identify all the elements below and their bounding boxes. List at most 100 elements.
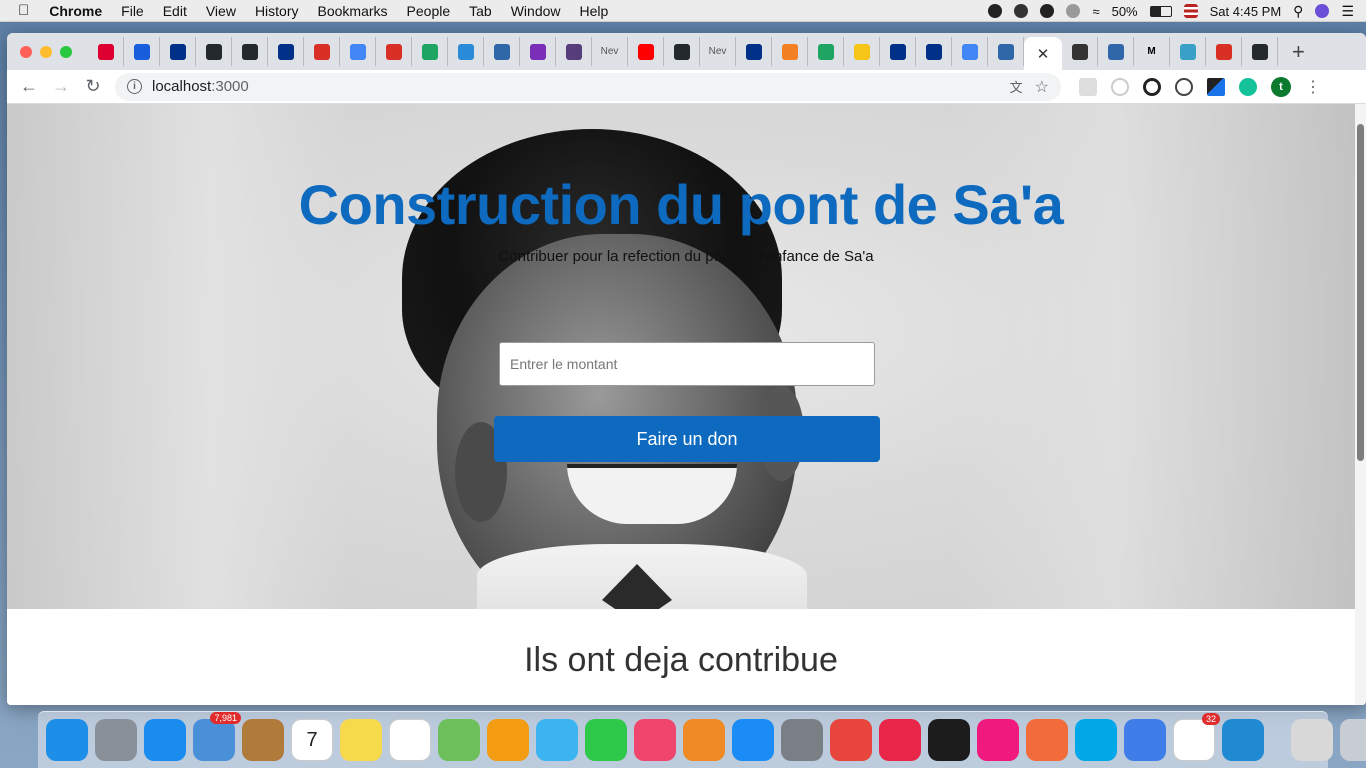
tab-22[interactable]: [880, 37, 916, 66]
close-tab-icon[interactable]: ✕: [1037, 45, 1050, 63]
reload-icon[interactable]: ↻: [77, 76, 109, 97]
pink-app-icon[interactable]: [977, 719, 1019, 761]
menu-history[interactable]: History: [255, 3, 299, 19]
bookmark-star-icon[interactable]: ☆: [1035, 77, 1049, 97]
menu-tab[interactable]: Tab: [469, 3, 492, 19]
vscode-icon[interactable]: [1222, 719, 1264, 761]
calendar-icon[interactable]: 7: [291, 719, 333, 761]
appstore-icon[interactable]: [732, 719, 774, 761]
tab-5[interactable]: [268, 37, 304, 66]
spotlight-icon[interactable]: ⚲: [1293, 3, 1303, 20]
tab-23[interactable]: [916, 37, 952, 66]
tab-after-4[interactable]: [1206, 37, 1242, 66]
menu-bookmarks[interactable]: Bookmarks: [318, 3, 388, 19]
new-tab-button[interactable]: +: [1292, 39, 1305, 65]
extension-eyedropper-icon[interactable]: [1207, 77, 1225, 96]
tab-0[interactable]: [88, 37, 124, 66]
maps-icon[interactable]: [438, 719, 480, 761]
tab-4[interactable]: [232, 37, 268, 66]
tab-19[interactable]: [772, 37, 808, 66]
menu-window[interactable]: Window: [511, 3, 561, 19]
profile-avatar[interactable]: t: [1271, 76, 1291, 97]
notes-icon[interactable]: [340, 719, 382, 761]
slack-icon[interactable]: 32: [1173, 713, 1220, 761]
photos-icon[interactable]: [487, 719, 529, 761]
tab-25[interactable]: [988, 37, 1024, 66]
tab-after-5[interactable]: [1242, 37, 1278, 66]
cloud-icon[interactable]: [1014, 4, 1029, 18]
terminal-icon[interactable]: [928, 719, 970, 761]
site-info-icon[interactable]: i: [127, 79, 142, 94]
extension-grid-icon[interactable]: [1079, 77, 1097, 96]
tab-20[interactable]: [808, 37, 844, 66]
check-icon[interactable]: [1040, 4, 1055, 18]
chromium-icon[interactable]: [1124, 719, 1166, 761]
facetime-icon[interactable]: [585, 719, 627, 761]
tab-2[interactable]: [160, 37, 196, 66]
launchpad-icon[interactable]: [95, 719, 137, 761]
menu-view[interactable]: View: [206, 3, 236, 19]
tab-21[interactable]: [844, 37, 880, 66]
document-stack-icon[interactable]: [1291, 719, 1333, 761]
contacts-icon[interactable]: [242, 719, 284, 761]
postman-icon[interactable]: [1026, 719, 1068, 761]
tab-after-2[interactable]: M: [1134, 37, 1170, 66]
tab-15[interactable]: [628, 37, 664, 66]
messages-icon[interactable]: [536, 719, 578, 761]
grammarly-icon[interactable]: [1239, 77, 1257, 96]
tab-17[interactable]: Nev: [700, 37, 736, 66]
menu-people[interactable]: People: [407, 3, 451, 19]
flag-us-icon[interactable]: [1183, 4, 1198, 18]
extension-brackets-icon[interactable]: [1175, 77, 1193, 96]
reminders-icon[interactable]: [389, 719, 431, 761]
extension-link-icon[interactable]: [1143, 77, 1161, 96]
trash-icon[interactable]: [1340, 719, 1366, 761]
tab-7[interactable]: [340, 37, 376, 66]
system-preferences-icon[interactable]: [781, 719, 823, 761]
forward-arrow-icon[interactable]: →: [45, 76, 77, 97]
siri-icon[interactable]: [1315, 4, 1330, 18]
tab-1[interactable]: [124, 37, 160, 66]
apple-menu-icon[interactable]: : [18, 2, 29, 19]
safari-icon[interactable]: [144, 719, 186, 761]
tab-9[interactable]: [412, 37, 448, 66]
menu-edit[interactable]: Edit: [163, 3, 187, 19]
minimize-window-button[interactable]: [40, 45, 52, 58]
translate-icon[interactable]: 文: [1010, 77, 1023, 96]
skype-icon[interactable]: [1075, 719, 1117, 761]
finder-icon[interactable]: [46, 719, 88, 761]
extension-clock-icon[interactable]: [1111, 77, 1129, 96]
app-menu-chrome[interactable]: Chrome: [49, 3, 102, 19]
books-icon[interactable]: [683, 719, 725, 761]
battery-icon[interactable]: [1149, 5, 1172, 17]
zoom-window-button[interactable]: [60, 45, 72, 58]
tab-14[interactable]: Nev: [592, 37, 628, 66]
player-icon[interactable]: [879, 719, 921, 761]
tab-13[interactable]: [556, 37, 592, 66]
tab-after-3[interactable]: [1170, 37, 1206, 66]
tab-after-0[interactable]: [1062, 37, 1098, 66]
menu-help[interactable]: Help: [580, 3, 609, 19]
address-bar[interactable]: i localhost:3000 文 ☆: [115, 72, 1061, 101]
tab-11[interactable]: [484, 37, 520, 66]
active-tab[interactable]: ✕: [1024, 37, 1062, 70]
donate-button[interactable]: Faire un don: [494, 416, 880, 462]
clock[interactable]: Sat 4:45 PM: [1210, 4, 1282, 19]
mail-icon[interactable]: 7,981: [193, 712, 241, 761]
tab-16[interactable]: [664, 37, 700, 66]
back-arrow-icon[interactable]: ←: [13, 76, 45, 97]
wifi-icon[interactable]: ≈: [1092, 4, 1099, 19]
amount-input[interactable]: [499, 342, 875, 386]
page-scrollbar[interactable]: [1355, 104, 1366, 705]
menu-file[interactable]: File: [121, 3, 144, 19]
tab-10[interactable]: [448, 37, 484, 66]
chrome-menu-icon[interactable]: ⋮: [1305, 77, 1321, 97]
notification-center-icon[interactable]: ☰: [1341, 3, 1354, 20]
tab-6[interactable]: [304, 37, 340, 66]
tab-after-1[interactable]: [1098, 37, 1134, 66]
tab-12[interactable]: [520, 37, 556, 66]
sync-icon[interactable]: [1066, 4, 1081, 18]
close-window-button[interactable]: [20, 45, 32, 58]
tab-24[interactable]: [952, 37, 988, 66]
tab-8[interactable]: [376, 37, 412, 66]
